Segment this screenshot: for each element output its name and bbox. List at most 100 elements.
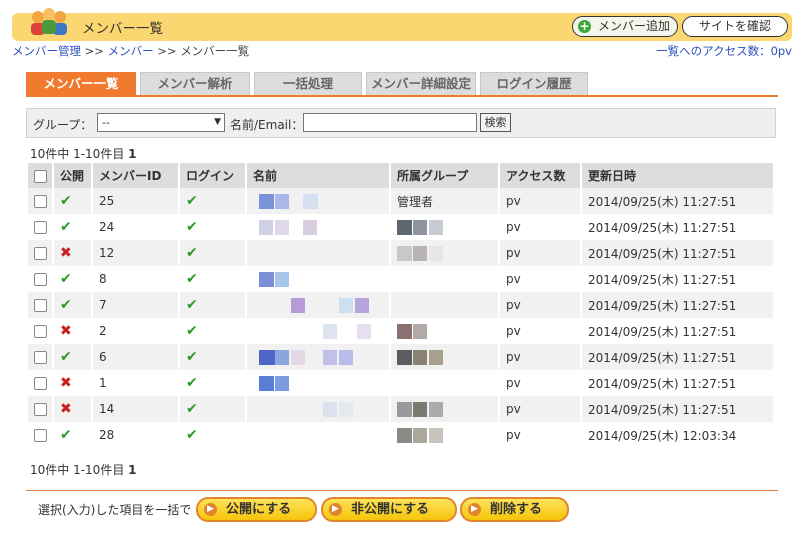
updated-at: 2014/09/25(木) 12:03:34	[581, 422, 775, 448]
table-row[interactable]: ✔ 7 ✔ pv 2014/09/25(木) 11:27:51	[28, 292, 775, 318]
access-count: pv	[499, 396, 582, 422]
row-checkbox[interactable]	[34, 221, 47, 234]
row-checkbox-cell[interactable]	[28, 188, 54, 214]
member-table: 公開 メンバーID ログイン 名前 所属グループ アクセス数 更新日時 ✔ 25 ✔…	[28, 163, 775, 448]
public-status[interactable]: ✔	[53, 266, 93, 292]
public-status[interactable]: ✖	[53, 318, 93, 344]
member-name[interactable]	[246, 318, 391, 344]
access-count-link[interactable]: 一覧へのアクセス数：0pv	[656, 43, 792, 59]
row-checkbox[interactable]	[34, 351, 47, 364]
table-row[interactable]: ✔ 25 ✔ 管理者 pv 2014/09/25(木) 11:27:51	[28, 188, 775, 214]
redacted-name	[253, 346, 388, 368]
member-name[interactable]	[246, 396, 391, 422]
summary-text: 10件中 1-10件目	[30, 147, 125, 161]
name-email-label: 名前/Email：	[230, 118, 304, 132]
breadcrumb-member[interactable]: メンバー	[108, 44, 154, 58]
row-checkbox[interactable]	[34, 429, 47, 442]
row-checkbox-cell[interactable]	[28, 292, 54, 318]
redacted-group	[397, 268, 497, 290]
breadcrumb-member-admin[interactable]: メンバー管理	[12, 44, 81, 58]
col-public: 公開	[53, 163, 93, 188]
tab-member-analysis[interactable]: メンバー解析	[140, 72, 250, 96]
public-status[interactable]: ✖	[53, 396, 93, 422]
table-row[interactable]: ✔ 28 ✔ pv 2014/09/25(木) 12:03:34	[28, 422, 775, 448]
delete-button[interactable]: ▶ 削除する	[460, 497, 569, 522]
page-number[interactable]: 1	[128, 147, 136, 161]
row-checkbox-cell[interactable]	[28, 370, 54, 396]
row-checkbox[interactable]	[34, 403, 47, 416]
tab-member-list[interactable]: メンバー一覧	[26, 72, 136, 96]
tab-bulk-process[interactable]: 一括処理	[254, 72, 362, 96]
member-name[interactable]	[246, 292, 391, 318]
tab-login-history[interactable]: ログイン履歴	[480, 72, 588, 96]
search-button[interactable]: 検索	[480, 113, 511, 132]
login-status: ✔	[179, 422, 247, 448]
public-status[interactable]: ✔	[53, 422, 93, 448]
member-name[interactable]	[246, 214, 391, 240]
login-status: ✔	[179, 292, 247, 318]
check-icon: ✔	[60, 193, 72, 209]
member-name[interactable]	[246, 240, 391, 266]
row-checkbox[interactable]	[34, 273, 47, 286]
plus-icon: +	[578, 19, 591, 33]
row-checkbox[interactable]	[34, 377, 47, 390]
member-name[interactable]	[246, 422, 391, 448]
member-group	[390, 292, 500, 318]
row-checkbox[interactable]	[34, 195, 47, 208]
page-number[interactable]: 1	[128, 463, 136, 477]
arrow-right-icon: ▶	[468, 503, 481, 516]
member-name[interactable]	[246, 188, 391, 214]
view-site-button[interactable]: サイトを確認	[682, 16, 788, 37]
public-status[interactable]: ✔	[53, 188, 93, 214]
group-select[interactable]: -- ▼	[97, 113, 225, 132]
public-status[interactable]: ✔	[53, 344, 93, 370]
access-count: pv	[499, 292, 582, 318]
check-icon: ✔	[186, 401, 198, 417]
table-row[interactable]: ✔ 8 ✔ pv 2014/09/25(木) 11:27:51	[28, 266, 775, 292]
table-row[interactable]: ✖ 2 ✔ pv 2014/09/25(木) 11:27:51	[28, 318, 775, 344]
public-status[interactable]: ✔	[53, 292, 93, 318]
table-row[interactable]: ✔ 6 ✔ pv 2014/09/25(木) 11:27:51	[28, 344, 775, 370]
member-name[interactable]	[246, 370, 391, 396]
group-select-value: --	[102, 116, 110, 129]
name-email-input[interactable]	[303, 113, 477, 132]
unpublish-button[interactable]: ▶ 非公開にする	[321, 497, 457, 522]
divider	[26, 490, 778, 491]
member-name[interactable]	[246, 266, 391, 292]
member-id: 6	[92, 344, 180, 370]
row-checkbox-cell[interactable]	[28, 266, 54, 292]
unpublish-label: 非公開にする	[351, 502, 430, 517]
login-status: ✔	[179, 370, 247, 396]
member-name[interactable]	[246, 344, 391, 370]
select-all-checkbox[interactable]	[34, 169, 47, 183]
row-checkbox-cell[interactable]	[28, 240, 54, 266]
table-row[interactable]: ✖ 1 ✔ pv 2014/09/25(木) 11:27:51	[28, 370, 775, 396]
row-checkbox-cell[interactable]	[28, 318, 54, 344]
tab-member-settings[interactable]: メンバー詳細設定	[366, 72, 476, 96]
row-checkbox-cell[interactable]	[28, 396, 54, 422]
table-row[interactable]: ✔ 24 ✔ pv 2014/09/25(木) 11:27:51	[28, 214, 775, 240]
publish-button[interactable]: ▶ 公開にする	[196, 497, 317, 522]
add-member-button[interactable]: + メンバー追加	[572, 16, 678, 37]
table-row[interactable]: ✖ 14 ✔ pv 2014/09/25(木) 11:27:51	[28, 396, 775, 422]
select-all-header[interactable]	[28, 163, 54, 188]
row-checkbox-cell[interactable]	[28, 344, 54, 370]
redacted-group	[397, 424, 497, 446]
check-icon: ✔	[186, 271, 198, 287]
row-checkbox[interactable]	[34, 247, 47, 260]
row-checkbox-cell[interactable]	[28, 214, 54, 240]
result-summary-bottom: 10件中 1-10件目 1	[30, 461, 137, 478]
row-checkbox[interactable]	[34, 325, 47, 338]
table-row[interactable]: ✖ 12 ✔ pv 2014/09/25(木) 11:27:51	[28, 240, 775, 266]
public-status[interactable]: ✖	[53, 370, 93, 396]
login-status: ✔	[179, 318, 247, 344]
row-checkbox-cell[interactable]	[28, 422, 54, 448]
check-icon: ✔	[60, 349, 72, 365]
public-status[interactable]: ✔	[53, 214, 93, 240]
delete-label: 削除する	[490, 502, 543, 517]
member-id: 7	[92, 292, 180, 318]
row-checkbox[interactable]	[34, 299, 47, 312]
redacted-group	[397, 372, 497, 394]
public-status[interactable]: ✖	[53, 240, 93, 266]
tab-underline	[26, 95, 778, 97]
